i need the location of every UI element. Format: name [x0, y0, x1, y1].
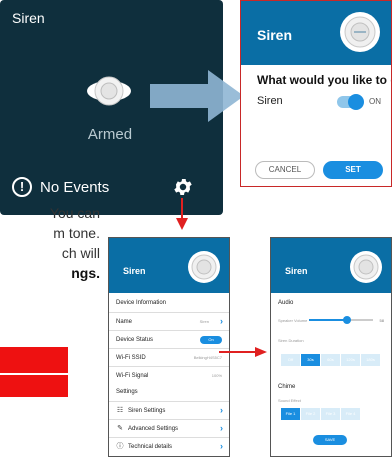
- siren-toggle[interactable]: [337, 94, 364, 110]
- chevron-right-icon: ›: [220, 405, 223, 415]
- siren-device-icon: [188, 251, 220, 283]
- dialog-title: Siren: [257, 27, 293, 43]
- siren-duration-label: Siren Duration: [278, 338, 304, 343]
- name-row[interactable]: Name Siren ›: [109, 312, 229, 330]
- red-block: [0, 375, 68, 397]
- sound-effect-option[interactable]: File 3: [321, 408, 341, 420]
- tile-title: Siren: [12, 10, 45, 26]
- red-block: [0, 347, 68, 373]
- technical-details-label: Technical details: [128, 444, 173, 450]
- tile-status: Armed: [87, 126, 133, 143]
- wifi-signal-value: 100%: [211, 373, 222, 378]
- name-label: Name: [116, 319, 133, 325]
- advanced-settings-row[interactable]: ✎ Advanced Settings ›: [109, 419, 229, 437]
- sound-effect-option[interactable]: File 4: [341, 408, 361, 420]
- siren-settings-screen: Siren Audio Speaker Volume 58 Siren Dura…: [270, 237, 392, 457]
- device-status-badge: On: [200, 336, 222, 344]
- sound-effect-label: Sound Effect: [278, 398, 301, 403]
- siren-toggle-label: Siren: [257, 95, 283, 107]
- siren-device-icon: [87, 76, 131, 106]
- duration-option[interactable]: 60s: [321, 354, 341, 366]
- slider-fill: [309, 319, 348, 321]
- siren-device-icon: [350, 251, 382, 283]
- section-settings: Settings: [116, 389, 138, 395]
- sound-effect-option[interactable]: File 2: [301, 408, 321, 420]
- device-info-screen: Siren Device Information Name Siren › De…: [108, 237, 230, 457]
- wifi-signal-label: Wi-Fi Signal: [116, 373, 149, 379]
- speaker-volume-label: Speaker Volume: [278, 318, 308, 323]
- gear-icon[interactable]: [172, 176, 194, 198]
- device-status-row: Device Status On: [109, 330, 229, 348]
- section-device-info: Device Information: [116, 300, 167, 306]
- wifi-signal-row: Wi-Fi Signal 100%: [109, 366, 229, 384]
- section-chime: Chime: [278, 384, 296, 390]
- duration-option[interactable]: 180s: [361, 354, 381, 366]
- wrench-icon: ✎: [117, 425, 123, 432]
- flow-arrow-down-icon: [176, 198, 188, 230]
- siren-settings-label: Siren Settings: [128, 408, 166, 414]
- siren-action-dialog: Siren What would you like to do? Siren O…: [240, 0, 392, 187]
- sound-effect-option[interactable]: File 1: [281, 408, 301, 420]
- fragment-line: m tone.: [53, 225, 100, 241]
- wifi-ssid-value: BelkingH4S5C7: [193, 355, 222, 360]
- fragment-line: ch will: [61, 245, 100, 261]
- speaker-volume-slider[interactable]: [309, 316, 373, 324]
- chevron-right-icon: ›: [220, 441, 223, 451]
- screen-title: Siren: [123, 266, 146, 276]
- dialog-header: Siren: [241, 1, 391, 65]
- tile-events-text: No Events: [40, 179, 110, 196]
- device-status-label: Device Status: [116, 337, 154, 343]
- name-value: Siren: [199, 319, 209, 324]
- wifi-ssid-label: Wi-Fi SSID: [116, 355, 146, 361]
- siren-device-icon: [340, 12, 380, 52]
- sliders-icon: ☷: [116, 407, 124, 414]
- siren-duration-selector: Off 30s 60s 120s 180s: [281, 354, 381, 366]
- duration-option[interactable]: 120s: [341, 354, 361, 366]
- flow-arrow-right-icon: [150, 70, 244, 122]
- alert-circle-icon: !: [12, 177, 32, 197]
- instruction-text-fragment: You can m tone. ch will ngs.: [0, 203, 100, 283]
- slider-knob[interactable]: [343, 316, 352, 324]
- chevron-right-icon: ›: [220, 316, 223, 326]
- screen-title: Siren: [285, 266, 308, 276]
- flow-arrow-right-icon: [219, 347, 267, 357]
- screen-header: Siren: [109, 238, 229, 293]
- save-button[interactable]: SAVE: [313, 435, 347, 445]
- cancel-button[interactable]: CANCEL: [255, 161, 315, 179]
- wifi-ssid-row: Wi-Fi SSID BelkingH4S5C7: [109, 348, 229, 366]
- technical-details-row[interactable]: ⓘ Technical details ›: [109, 437, 229, 455]
- dialog-question: What would you like to do?: [257, 73, 391, 87]
- duration-option[interactable]: 30s: [301, 354, 321, 366]
- fragment-line: ngs.: [71, 265, 100, 281]
- sound-effect-selector: File 1 File 2 File 3 File 4: [281, 408, 361, 420]
- chevron-right-icon: ›: [220, 423, 223, 433]
- fragment-line: You can: [49, 205, 100, 221]
- advanced-settings-label: Advanced Settings: [128, 426, 179, 432]
- screen-header: Siren: [271, 238, 391, 293]
- siren-settings-row[interactable]: ☷ Siren Settings ›: [109, 401, 229, 419]
- info-icon: ⓘ: [116, 443, 124, 450]
- section-audio: Audio: [278, 300, 294, 306]
- speaker-volume-value: 58: [379, 318, 384, 323]
- toggle-knob: [348, 94, 364, 110]
- toggle-state-label: ON: [369, 97, 381, 106]
- set-button[interactable]: SET: [323, 161, 383, 179]
- duration-option[interactable]: Off: [281, 354, 301, 366]
